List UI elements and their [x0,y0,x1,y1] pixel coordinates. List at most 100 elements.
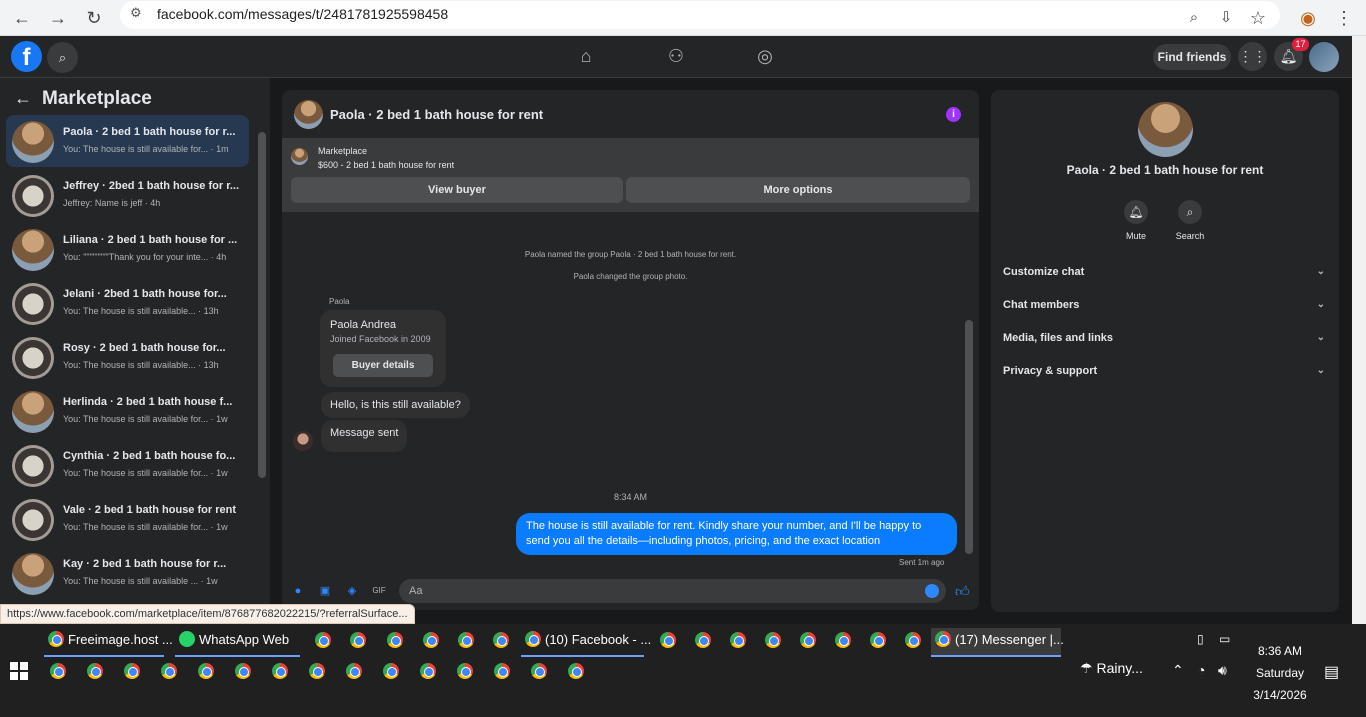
chrome-icon[interactable] [420,663,436,679]
groups-icon[interactable]: ◎ [753,46,777,70]
more-options-button[interactable]: More options [626,177,970,203]
listing-title[interactable]: $600 - 2 bed 1 bath house for rent [318,160,454,170]
incoming-message[interactable]: Message sent [321,420,408,452]
gif-icon[interactable]: GIF [372,584,386,598]
view-buyer-button[interactable]: View buyer [291,177,623,203]
sidebar-scrollbar[interactable] [258,132,266,478]
forward-icon[interactable]: → [44,4,72,32]
chrome-icon[interactable] [50,663,66,679]
customize-chat-section[interactable]: Customize chat ⌄ [1003,266,1325,278]
chrome-icon[interactable] [493,632,509,648]
chrome-icon[interactable] [730,632,746,648]
wifi-icon[interactable]: ◔ [1197,662,1205,678]
chat-title[interactable]: Paola · 2 bed 1 bath house for rent [330,107,543,122]
chrome-icon[interactable] [457,663,473,679]
volume-icon[interactable]: 🔊︎ [1218,662,1227,679]
chrome-icon[interactable] [309,663,325,679]
url-text[interactable]: facebook.com/messages/t/2481781925598458 [157,6,448,22]
chrome-icon[interactable] [531,663,547,679]
chrome-icon[interactable] [695,632,711,648]
home-icon[interactable]: ⌂ [574,46,598,70]
menu-dots-icon[interactable]: ⋮ [1330,4,1358,32]
chrome-icon[interactable] [383,663,399,679]
taskbar-window-freeimage[interactable]: Freeimage.host ... [44,628,173,657]
friends-icon[interactable]: ⚇ [664,46,688,70]
thread-item[interactable]: Kay · 2 bed 1 bath house for r... You: Th… [6,547,249,599]
chrome-icon[interactable] [161,663,177,679]
back-arrow-icon[interactable]: ← [14,88,32,109]
chrome-icon[interactable] [660,632,676,648]
back-icon[interactable]: ← [8,4,36,32]
group-avatar[interactable] [1138,102,1193,157]
message-input[interactable]: Aa [399,579,946,603]
thread-item[interactable]: Rosy · 2 bed 1 bath house for... You: The… [6,331,249,383]
page-scrollbar[interactable] [1352,36,1366,624]
facebook-logo-icon[interactable]: f [11,41,42,72]
find-friends-button[interactable]: Find friends [1153,44,1231,70]
emoji-icon[interactable] [925,584,939,598]
windows-start-icon[interactable] [10,662,28,680]
thread-item[interactable]: Paola · 2 bed 1 bath house for r... You: … [6,115,249,167]
thread-item[interactable]: Jeffrey · 2bed 1 bath house for r... Jeff… [6,169,249,221]
chrome-icon[interactable] [800,632,816,648]
chrome-icon[interactable] [870,632,886,648]
account-avatar[interactable] [1309,42,1339,72]
media-files-section[interactable]: Media, files and links ⌄ [1003,332,1325,344]
site-info-icon[interactable]: ⚙ [130,5,142,21]
buyer-details-button[interactable]: Buyer details [333,354,433,377]
search-button[interactable]: ⌕ Search [1160,200,1220,241]
chrome-icon[interactable] [387,632,403,648]
thread-item[interactable]: Cynthia · 2 bed 1 bath house fo... You: T… [6,439,249,491]
reload-icon[interactable]: ↻ [80,4,108,32]
chrome-icon[interactable] [765,632,781,648]
profile-icon[interactable]: ◉ [1294,4,1322,32]
address-bar[interactable]: ⚙ facebook.com/messages/t/24817819255984… [120,1,1280,29]
chrome-icon[interactable] [124,663,140,679]
sender-avatar[interactable] [293,431,313,451]
taskbar-window-messenger[interactable]: (17) Messenger |... [931,628,1064,657]
zoom-icon[interactable]: ⌕ [1180,4,1208,32]
chrome-icon[interactable] [568,663,584,679]
microphone-icon[interactable]: ● [291,584,305,598]
notification-center-icon[interactable]: ▤ [1324,662,1339,682]
thread-item[interactable]: Jelani · 2bed 1 bath house for... You: Th… [6,277,249,329]
tray-chevron-icon[interactable]: ⌃ [1172,662,1184,679]
chat-scrollbar[interactable] [965,320,973,554]
search-icon[interactable]: ⌕ [47,42,78,73]
weather-widget[interactable]: ☂ Rainy... [1080,660,1143,677]
thread-item[interactable]: Herlinda · 2 bed 1 bath house f... You: T… [6,385,249,437]
incoming-message[interactable]: Hello, is this still available? [321,392,470,418]
chrome-icon[interactable] [272,663,288,679]
menu-grid-icon[interactable]: ⋮⋮ [1238,42,1267,71]
thread-item[interactable]: Vale · 2 bed 1 bath house for rent You: T… [6,493,249,545]
info-icon[interactable]: i [946,107,961,122]
chrome-icon[interactable] [350,632,366,648]
chrome-icon[interactable] [835,632,851,648]
chrome-icon[interactable] [423,632,439,648]
sticker-icon[interactable]: ◈ [345,584,359,598]
bookmark-star-icon[interactable]: ☆ [1244,4,1272,32]
chrome-icon[interactable] [458,632,474,648]
chrome-icon[interactable] [87,663,103,679]
listing-thumbnail[interactable] [291,148,308,165]
chat-members-section[interactable]: Chat members ⌄ [1003,299,1325,311]
chrome-icon[interactable] [198,663,214,679]
thumbs-up-icon[interactable]: 👍︎ [955,584,970,598]
mute-button[interactable]: 🔔︎ Mute [1106,200,1166,241]
taskbar-window-whatsapp[interactable]: WhatsApp Web [175,628,300,657]
chrome-icon[interactable] [315,632,331,648]
chrome-icon[interactable] [494,663,510,679]
outgoing-message[interactable]: The house is still available for rent. K… [516,513,957,555]
phone-link-icon[interactable]: ▯ [1197,632,1204,646]
thread-item[interactable]: Liliana · 2 bed 1 bath house for ... You:… [6,223,249,275]
taskbar-clock[interactable]: 8:36 AM Saturday 3/14/2026 [1240,640,1320,706]
photo-icon[interactable]: ▣ [318,584,332,598]
install-icon[interactable]: ⇩ [1212,4,1240,32]
taskbar-window-facebook[interactable]: (10) Facebook - ... [521,628,651,657]
chat-avatar[interactable] [294,100,323,129]
chrome-icon[interactable] [346,663,362,679]
privacy-support-section[interactable]: Privacy & support ⌄ [1003,365,1325,377]
chrome-icon[interactable] [905,632,921,648]
chrome-icon[interactable] [235,663,251,679]
battery-icon[interactable]: ▭ [1219,632,1230,646]
